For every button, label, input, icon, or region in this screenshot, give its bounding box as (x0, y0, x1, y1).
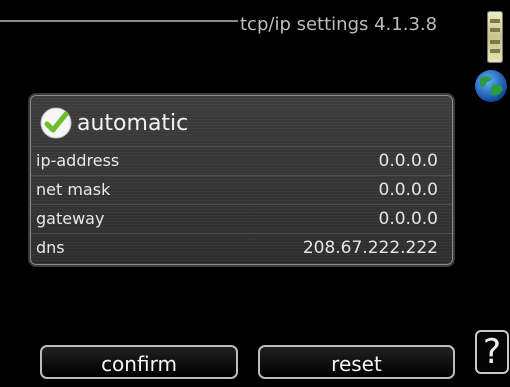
tcpip-settings-panel: automatic ip-address 0.0.0.0 net mask 0.… (30, 95, 453, 265)
field-row-net-mask[interactable]: net mask 0.0.0.0 (31, 175, 452, 203)
field-label: gateway (36, 209, 105, 228)
field-row-gateway[interactable]: gateway 0.0.0.0 (31, 204, 452, 232)
field-label: ip-address (36, 151, 120, 170)
title-rule (0, 20, 238, 22)
globe-icon (475, 70, 507, 102)
help-icon[interactable]: ? (475, 330, 509, 374)
scroll-indicator-icon (487, 11, 503, 63)
field-list: ip-address 0.0.0.0 net mask 0.0.0.0 gate… (31, 146, 452, 262)
confirm-button[interactable]: confirm (40, 345, 238, 379)
page-title: tcp/ip settings 4.1.3.8 (240, 14, 438, 35)
field-value: 0.0.0.0 (378, 150, 438, 171)
field-value: 0.0.0.0 (378, 179, 438, 200)
automatic-label: automatic (77, 110, 189, 136)
field-row-dns[interactable]: dns 208.67.222.222 (31, 233, 452, 261)
field-row-ip-address[interactable]: ip-address 0.0.0.0 (31, 146, 452, 174)
field-label: dns (36, 238, 65, 257)
field-label: net mask (36, 180, 111, 199)
field-value: 208.67.222.222 (302, 237, 438, 258)
check-icon (40, 107, 72, 139)
field-value: 0.0.0.0 (378, 208, 438, 229)
automatic-option[interactable]: automatic (39, 104, 188, 142)
reset-button[interactable]: reset (258, 345, 455, 379)
